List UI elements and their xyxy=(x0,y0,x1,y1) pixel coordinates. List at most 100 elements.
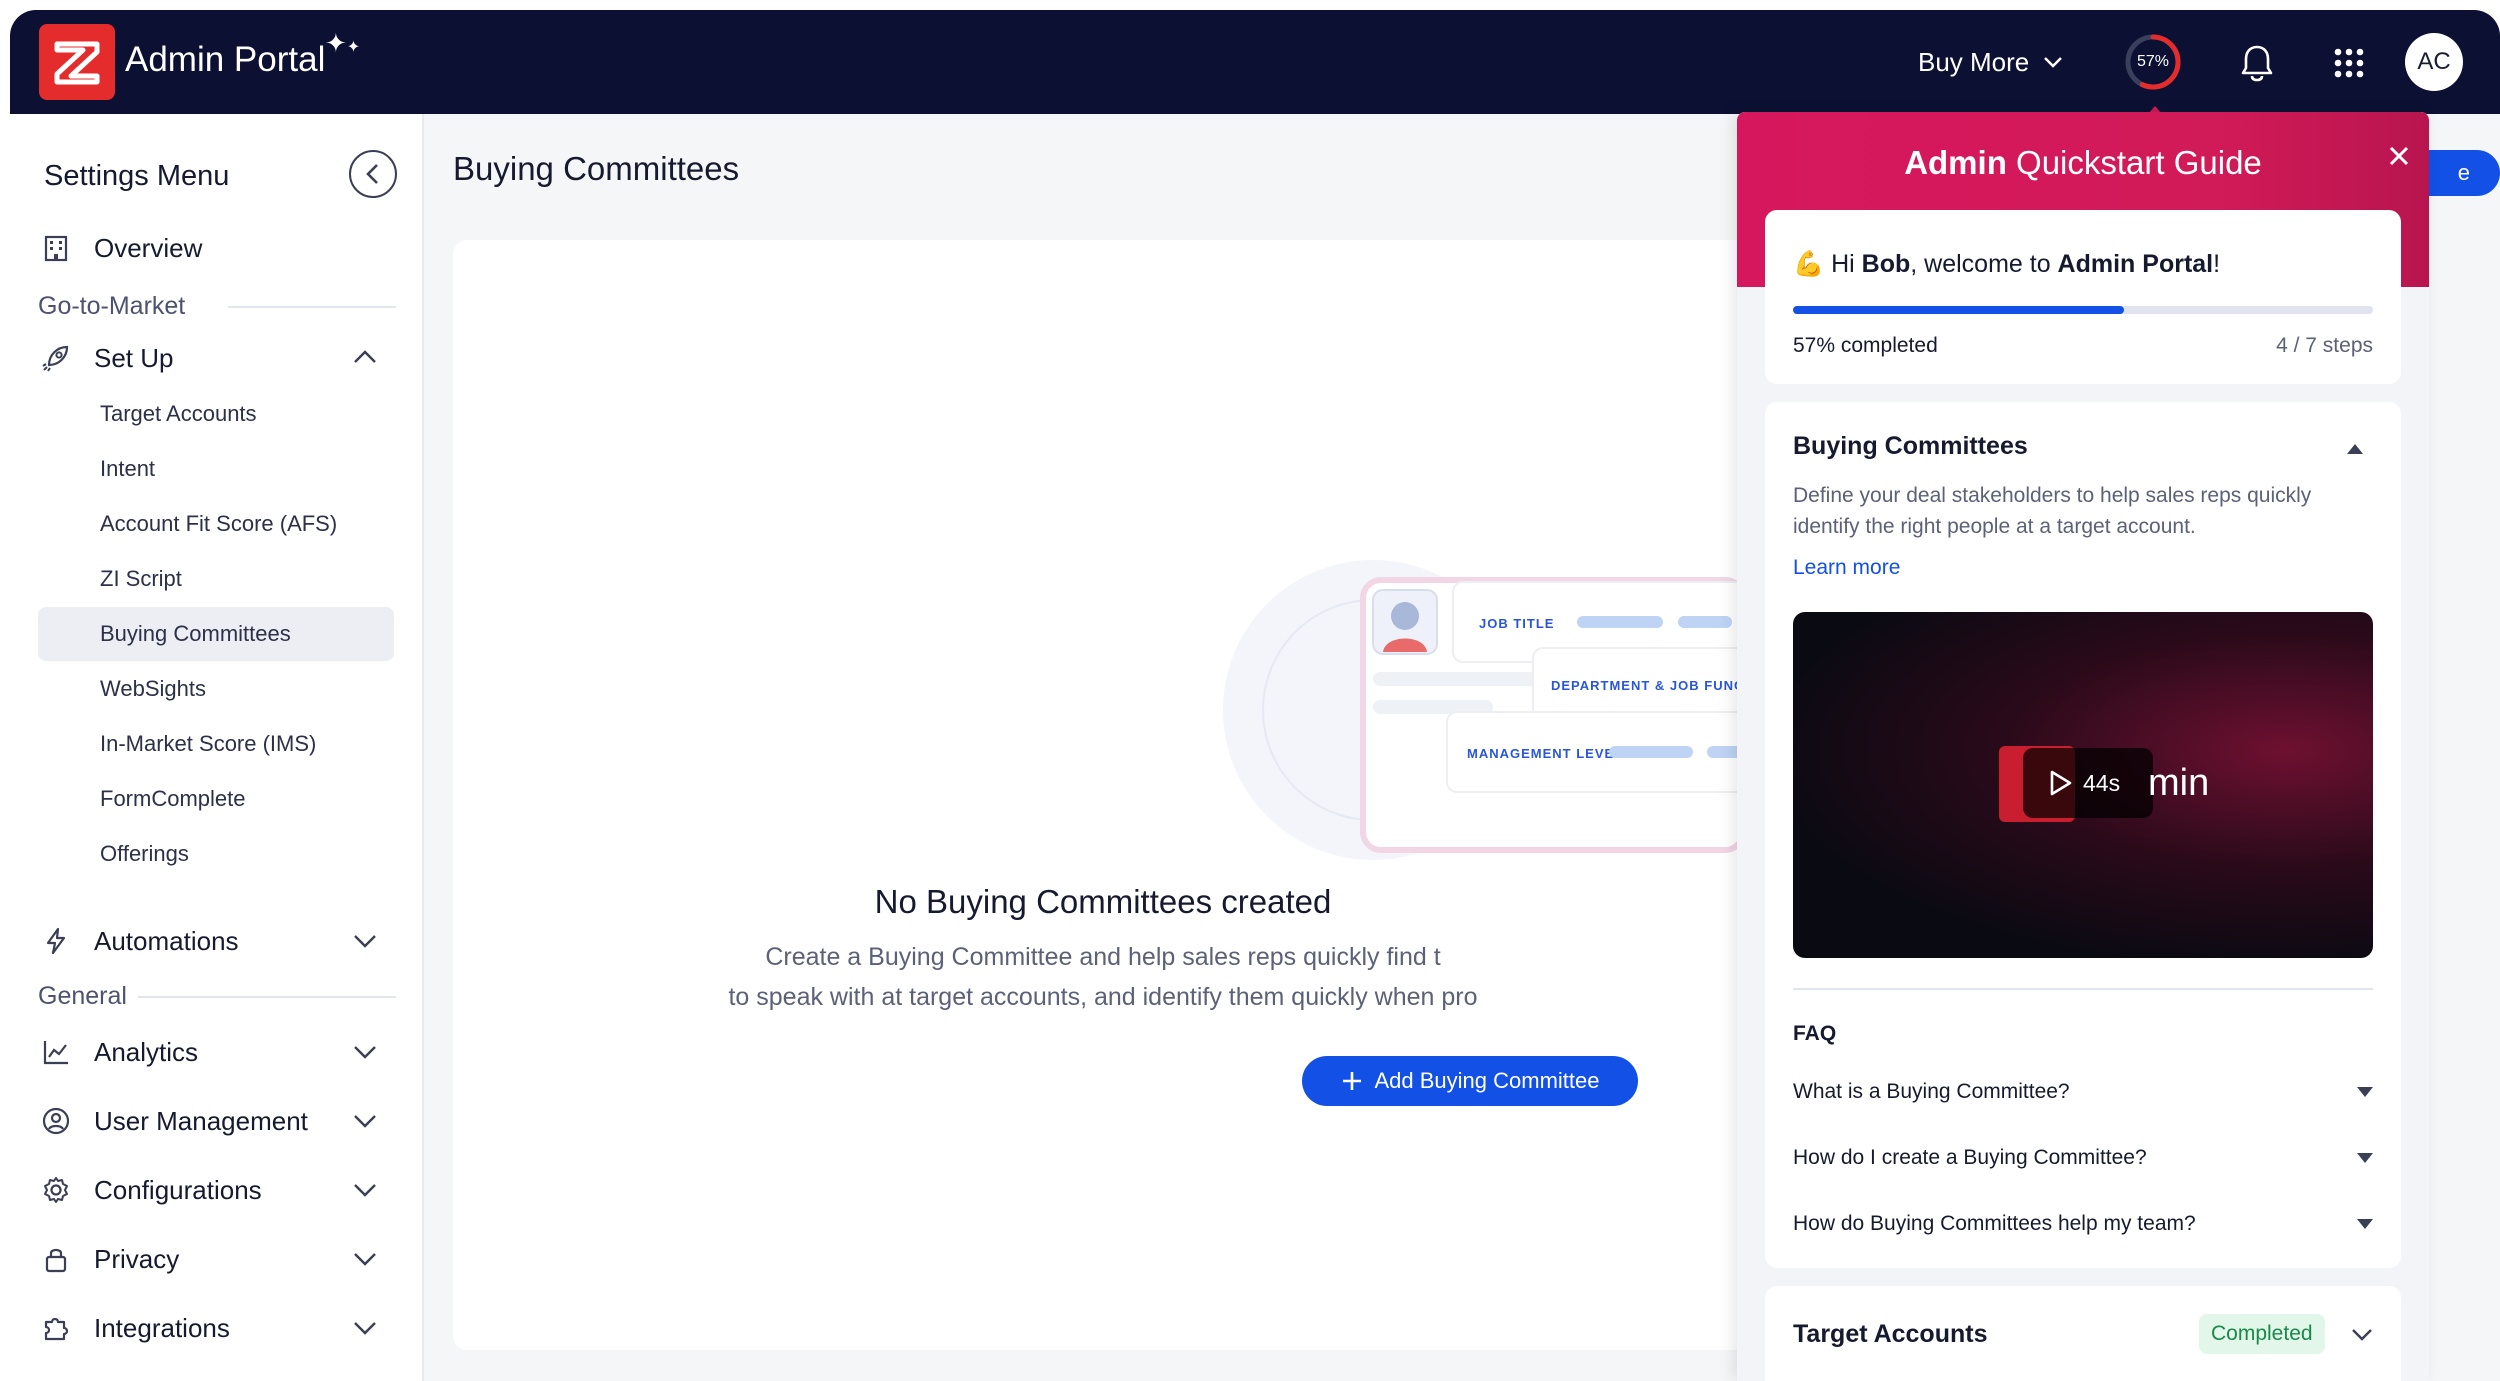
caret-down-icon xyxy=(2357,1153,2373,1163)
app-launcher-grid-icon[interactable] xyxy=(2334,48,2364,83)
sidebar-item-intent[interactable]: Intent xyxy=(38,442,394,496)
welcome-hi: Hi xyxy=(1831,250,1862,278)
sidebar-item-label: Automations xyxy=(94,925,239,956)
top-bar: Admin Portal ✦✦ Buy More 57% AC xyxy=(10,10,2500,114)
sidebar-item-overview[interactable]: Overview xyxy=(38,224,202,272)
sidebar-item-target-accounts[interactable]: Target Accounts xyxy=(38,387,394,441)
sidebar-item-set-up[interactable]: Set Up xyxy=(38,334,174,382)
faq-item[interactable]: How do Buying Committees help my team? xyxy=(1793,1204,2373,1244)
sidebar-item-label: Set Up xyxy=(94,342,174,373)
quickstart-title-rest: Quickstart Guide xyxy=(2006,144,2262,181)
faq-question: How do I create a Buying Committee? xyxy=(1793,1146,2147,1169)
faq-question: What is a Buying Committee? xyxy=(1793,1080,2070,1103)
progress-ring-label: 57% xyxy=(2136,53,2170,70)
chevron-down-icon xyxy=(2044,57,2063,68)
sidebar-item-offerings[interactable]: Offerings xyxy=(38,827,394,881)
page-title: Buying Committees xyxy=(453,150,740,187)
welcome-message: 💪 Hi Bob, welcome to Admin Portal! xyxy=(1793,250,2220,279)
steps-label: 4 / 7 steps xyxy=(2276,334,2373,357)
chevron-down-icon[interactable] xyxy=(353,934,377,948)
chevron-down-icon[interactable] xyxy=(2351,1328,2373,1342)
group-label-general: General xyxy=(38,982,127,1010)
quickstart-title-bold: Admin xyxy=(1904,144,2007,181)
learn-more-link[interactable]: Learn more xyxy=(1793,556,1900,580)
progress-bar-fill xyxy=(1793,306,2124,314)
chart-line-icon xyxy=(38,1034,74,1070)
plus-icon xyxy=(1342,1072,1361,1090)
sidebar-item-privacy[interactable]: Privacy xyxy=(38,1235,179,1283)
notifications-bell-icon[interactable] xyxy=(2240,44,2274,87)
quickstart-title: Admin Quickstart Guide xyxy=(1737,144,2429,182)
sidebar-item-buying-committees[interactable]: Buying Committees xyxy=(38,607,394,661)
buy-more-label: Buy More xyxy=(1918,46,2030,77)
building-icon xyxy=(38,230,74,266)
progress-bar xyxy=(1793,306,2373,314)
add-buying-committee-button[interactable]: Add Buying Committee xyxy=(1302,1056,1638,1106)
section-description: Define your deal stakeholders to help sa… xyxy=(1793,484,2312,538)
sidebar-item-user-management[interactable]: User Management xyxy=(38,1097,308,1145)
group-label-go-to-market: Go-to-Market xyxy=(38,292,186,320)
welcome-portal: Admin Portal xyxy=(2057,250,2214,278)
faq-question: How do Buying Committees help my team? xyxy=(1793,1212,2196,1235)
sidebar-item-websights[interactable]: WebSights xyxy=(38,662,394,716)
app-title: Admin Portal xyxy=(125,40,326,79)
faq-item[interactable]: What is a Buying Committee? xyxy=(1793,1072,2373,1112)
buy-more-dropdown[interactable]: Buy More xyxy=(1918,40,2063,84)
user-avatar[interactable]: AC xyxy=(2405,33,2463,91)
illus-job-title-label: JOB TITLE xyxy=(1479,616,1554,631)
play-icon xyxy=(2050,770,2072,796)
illus-department-label: DEPARTMENT & JOB FUNCTION xyxy=(1551,678,1753,693)
sparkle-icon: ✦✦ xyxy=(325,28,361,58)
progress-card: 💪 Hi Bob, welcome to Admin Portal! 57% c… xyxy=(1765,210,2401,384)
caret-down-icon xyxy=(2357,1087,2373,1097)
settings-sidebar: Settings Menu Overview Go-to-Market Set … xyxy=(10,114,424,1381)
faq-title: FAQ xyxy=(1793,1022,1837,1045)
chevron-down-icon[interactable] xyxy=(353,1114,377,1128)
section-title: Target Accounts xyxy=(1793,1320,1988,1348)
collapse-sidebar-button[interactable] xyxy=(349,150,397,198)
sidebar-title: Settings Menu xyxy=(44,160,230,192)
sidebar-item-account-fit-score[interactable]: Account Fit Score (AFS) xyxy=(38,497,394,551)
sidebar-item-analytics[interactable]: Analytics xyxy=(38,1028,198,1076)
group-divider xyxy=(228,306,396,308)
chevron-down-icon[interactable] xyxy=(353,1183,377,1197)
video-title-text: min xyxy=(2148,762,2210,804)
illus-management-label: MANAGEMENT LEVEL xyxy=(1467,746,1623,761)
sidebar-item-in-market-score[interactable]: In-Market Score (IMS) xyxy=(38,717,394,771)
tutorial-video-player[interactable]: 44s min xyxy=(1793,612,2373,958)
flexed-biceps-icon: 💪 xyxy=(1793,250,1825,278)
welcome-mid: , welcome to xyxy=(1910,250,2058,278)
empty-state-line: to speak with at target accounts, and id… xyxy=(728,983,1478,1011)
logo-mark-icon xyxy=(54,41,100,85)
sidebar-item-zi-script[interactable]: ZI Script xyxy=(38,552,394,606)
zoominfo-logo[interactable] xyxy=(39,24,115,100)
caret-down-icon xyxy=(2357,1219,2373,1229)
user-circle-icon xyxy=(38,1103,74,1139)
welcome-name: Bob xyxy=(1861,250,1911,278)
sidebar-item-integrations[interactable]: Integrations xyxy=(38,1304,230,1352)
completed-badge: Completed xyxy=(2199,1314,2325,1354)
sidebar-item-configurations[interactable]: Configurations xyxy=(38,1166,262,1214)
section-title: Buying Committees xyxy=(1793,432,2028,460)
quickstart-progress-ring[interactable]: 57% xyxy=(2123,32,2183,92)
sidebar-item-label: Integrations xyxy=(94,1312,230,1343)
close-icon[interactable] xyxy=(2381,138,2417,174)
collapse-section-caret-icon[interactable] xyxy=(2347,444,2363,454)
app-window: Admin Portal ✦✦ Buy More 57% AC Settings… xyxy=(10,10,2500,1381)
empty-state-line: Create a Buying Committee and help sales… xyxy=(765,943,1441,971)
video-play-button[interactable]: 44s xyxy=(2023,748,2153,818)
empty-state-title: No Buying Committees created xyxy=(874,883,1332,920)
sidebar-item-automations[interactable]: Automations xyxy=(38,917,239,965)
rocket-icon xyxy=(38,340,74,376)
section-divider xyxy=(1793,988,2373,990)
chevron-down-icon[interactable] xyxy=(353,1045,377,1059)
chevron-up-icon[interactable] xyxy=(353,350,377,364)
welcome-end: ! xyxy=(2213,250,2221,278)
sidebar-item-formcomplete[interactable]: FormComplete xyxy=(38,772,394,826)
faq-item[interactable]: How do I create a Buying Committee? xyxy=(1793,1138,2373,1178)
sidebar-item-label: Configurations xyxy=(94,1174,262,1205)
target-accounts-section[interactable]: Target Accounts Completed xyxy=(1765,1286,2401,1381)
sidebar-item-label: User Management xyxy=(94,1105,308,1136)
chevron-down-icon[interactable] xyxy=(353,1252,377,1266)
chevron-down-icon[interactable] xyxy=(353,1321,377,1335)
